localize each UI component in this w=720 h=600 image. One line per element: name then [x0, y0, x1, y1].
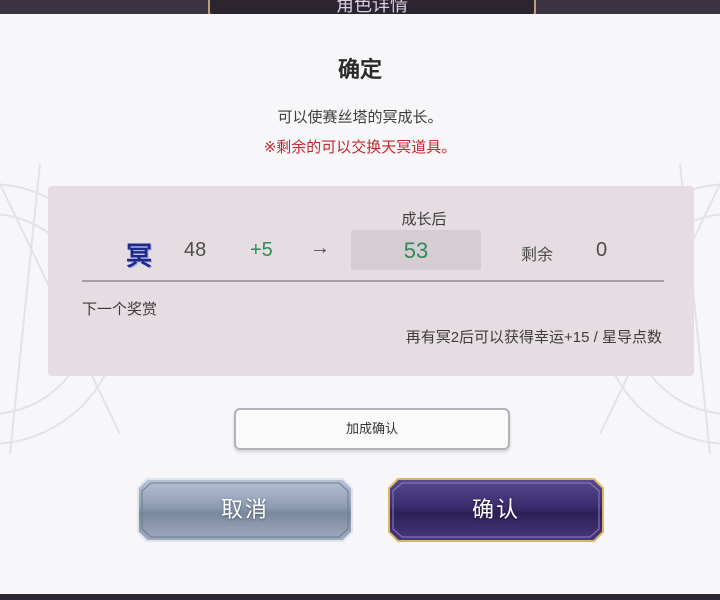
remaining-value: 0: [596, 239, 608, 261]
bonus-confirm-button[interactable]: 加成确认: [234, 408, 510, 450]
dialog-note: ※剩余的可以交换天冥道具。: [263, 139, 457, 156]
growth-panel: 成长后 冥 48 +5 → 53 剩余 0 下一个奖赏 再有冥2后可以获得幸运+…: [48, 186, 694, 376]
arrow-right-icon: →: [310, 237, 330, 259]
dialog-description: 可以使赛丝塔的冥成长。: [277, 109, 443, 126]
after-growth-label: 成长后: [401, 211, 447, 228]
current-value: 48: [184, 239, 207, 261]
next-reward-text: 再有冥2后可以获得幸运+15 / 星导点数: [405, 329, 662, 346]
increment-value: +5: [250, 239, 273, 261]
myo-emblem-icon: 冥: [126, 241, 153, 271]
confirm-dialog: 确定 可以使赛丝塔的冥成长。 ※剩余的可以交换天冥道具。 成长后 冥 48 +5…: [0, 14, 720, 594]
result-value: 53: [351, 230, 481, 270]
cancel-button[interactable]: 取消: [137, 478, 353, 542]
dialog-title: 确定: [337, 57, 382, 82]
next-reward-label: 下一个奖赏: [82, 301, 158, 318]
panel-divider: [82, 280, 664, 282]
bottom-strip: [0, 594, 720, 600]
remaining-label: 剩余: [521, 247, 554, 264]
confirm-button[interactable]: 确认: [388, 478, 604, 542]
